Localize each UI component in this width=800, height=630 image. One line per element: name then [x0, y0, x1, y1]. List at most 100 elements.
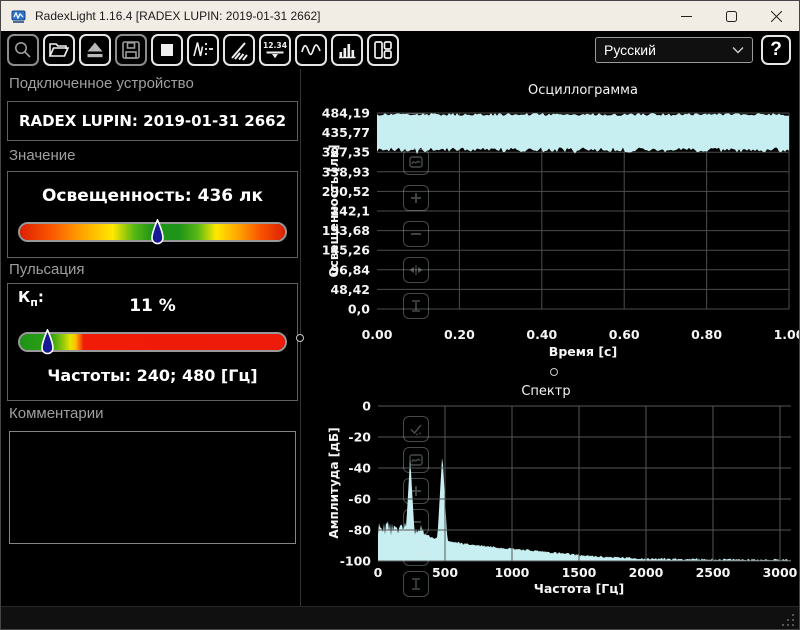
close-icon — [771, 11, 782, 22]
fit-h-icon — [408, 545, 424, 561]
frequencies-text: Частоты: 240; 480 [Гц] — [8, 366, 297, 385]
check-icon — [408, 118, 424, 134]
save-icon — [119, 38, 143, 62]
pulsation-gradient — [20, 334, 285, 350]
svg-text:0.60: 0.60 — [609, 327, 640, 342]
left-panel: Подключенное устройство RADEX LUPIN: 201… — [1, 69, 301, 606]
clear-button[interactable] — [223, 34, 255, 66]
fit-vertical-button[interactable] — [403, 293, 429, 319]
help-button[interactable]: ? — [761, 35, 791, 65]
close-button[interactable] — [754, 1, 799, 31]
pulsation-value: 11 % — [8, 296, 297, 316]
bars-icon — [335, 38, 359, 62]
copy-chart-button[interactable] — [403, 447, 429, 473]
fit-h-icon — [408, 262, 424, 278]
minus-icon — [408, 226, 424, 242]
svg-text:3000: 3000 — [763, 565, 798, 580]
toolbar-buttons: 12.34 — [7, 34, 399, 66]
app-icon — [11, 8, 27, 24]
pulsation-box: Кп: 11 % Частоты: 240; 480 [Гц] — [7, 283, 298, 401]
resize-grip[interactable] — [781, 613, 795, 627]
layout-icon — [371, 38, 395, 62]
window-title: RadexLight 1.16.4 [RADEX LUPIN: 2019-01-… — [35, 9, 321, 23]
pulsation-scale-bar — [18, 332, 287, 352]
svg-text:-60: -60 — [348, 492, 371, 507]
signal-marks-button[interactable] — [187, 34, 219, 66]
eject-device-button[interactable] — [79, 34, 111, 66]
copy-chart-button[interactable] — [403, 149, 429, 175]
kp-label: Кп: — [18, 288, 44, 309]
comments-input[interactable] — [9, 431, 296, 544]
fit-v-icon — [408, 298, 424, 314]
fit-horizontal-button[interactable] — [403, 257, 429, 283]
open-folder-icon — [47, 38, 71, 62]
svg-text:12.34: 12.34 — [263, 41, 287, 50]
wave-icon — [299, 38, 323, 62]
svg-text:1.00: 1.00 — [774, 327, 800, 342]
fit-vertical-button[interactable] — [403, 571, 429, 597]
layout-panels-button[interactable] — [367, 34, 399, 66]
device-name: RADEX LUPIN: 2019-01-31 2662 — [8, 102, 297, 140]
panel-splitter-grip[interactable] — [296, 334, 304, 342]
zoom-in-button[interactable] — [403, 478, 429, 504]
svg-text:Время [с]: Время [с] — [549, 344, 617, 359]
value-section-label: Значение — [9, 147, 76, 164]
toolbar: 12.34 Русский ? — [1, 31, 799, 69]
svg-text:-100: -100 — [340, 554, 372, 569]
oscillogram-view-button[interactable] — [295, 34, 327, 66]
svg-text:-80: -80 — [348, 523, 371, 538]
zoom-out-button[interactable] — [403, 509, 429, 535]
svg-text:0.80: 0.80 — [691, 327, 722, 342]
oscillogram-chart[interactable]: 484,19435,77387,35338,93290,52242,1193,6… — [321, 79, 800, 371]
fit-horizontal-button[interactable] — [403, 540, 429, 566]
fit-v-icon — [408, 576, 424, 592]
svg-text:435,77: 435,77 — [322, 125, 370, 140]
chart-splitter-grip[interactable] — [550, 368, 558, 376]
minimize-icon — [681, 11, 692, 22]
svg-text:0: 0 — [374, 565, 383, 580]
save-file-button[interactable] — [115, 34, 147, 66]
svg-text:2500: 2500 — [696, 565, 731, 580]
svg-text:484,19: 484,19 — [322, 106, 370, 121]
device-box: RADEX LUPIN: 2019-01-31 2662 — [7, 101, 298, 141]
wave-box-icon — [408, 452, 424, 468]
zoom-tool-button[interactable] — [7, 34, 39, 66]
wave-box-icon — [408, 154, 424, 170]
stop-measurement-button[interactable] — [151, 34, 183, 66]
chevron-down-icon — [732, 46, 744, 54]
illuminance-marker-icon — [151, 219, 164, 246]
maximize-button[interactable] — [709, 1, 754, 31]
svg-text:500: 500 — [432, 565, 458, 580]
svg-text:48,42: 48,42 — [330, 282, 370, 297]
toolbar-right: Русский ? — [595, 31, 791, 69]
pulse-marks-icon — [191, 38, 215, 62]
app-window: RadexLight 1.16.4 [RADEX LUPIN: 2019-01-… — [0, 0, 800, 630]
eject-icon — [83, 38, 107, 62]
spectrum-chart[interactable]: 0-20-40-60-80-10005001000150020002500300… — [321, 379, 800, 606]
open-file-button[interactable] — [43, 34, 75, 66]
window-controls — [664, 1, 799, 31]
svg-text:0.00: 0.00 — [362, 327, 393, 342]
main-area: Подключенное устройство RADEX LUPIN: 201… — [1, 69, 799, 606]
device-section-label: Подключенное устройство — [9, 75, 194, 92]
spectrum-view-button[interactable] — [331, 34, 363, 66]
svg-text:-40: -40 — [348, 461, 371, 476]
plus-icon — [408, 483, 424, 499]
comments-section-label: Комментарии — [9, 405, 103, 422]
autoscale-button[interactable] — [403, 416, 429, 442]
svg-text:Спектр: Спектр — [521, 384, 570, 399]
svg-text:1500: 1500 — [562, 565, 597, 580]
language-select[interactable]: Русский — [595, 37, 753, 63]
brush-icon — [227, 38, 251, 62]
illuminance-scale-bar — [18, 222, 287, 242]
zoom-in-button[interactable] — [403, 185, 429, 211]
pulsation-section-label: Пульсация — [9, 261, 84, 278]
svg-text:Частота [Гц]: Частота [Гц] — [534, 581, 624, 596]
svg-text:Освещенность [лк]: Освещенность [лк] — [327, 144, 341, 277]
zoom-out-button[interactable] — [403, 221, 429, 247]
titlebar: RadexLight 1.16.4 [RADEX LUPIN: 2019-01-… — [1, 1, 799, 31]
minimize-button[interactable] — [664, 1, 709, 31]
svg-text:0.40: 0.40 — [526, 327, 557, 342]
numeric-display-button[interactable]: 12.34 — [259, 34, 291, 66]
autoscale-button[interactable] — [403, 113, 429, 139]
